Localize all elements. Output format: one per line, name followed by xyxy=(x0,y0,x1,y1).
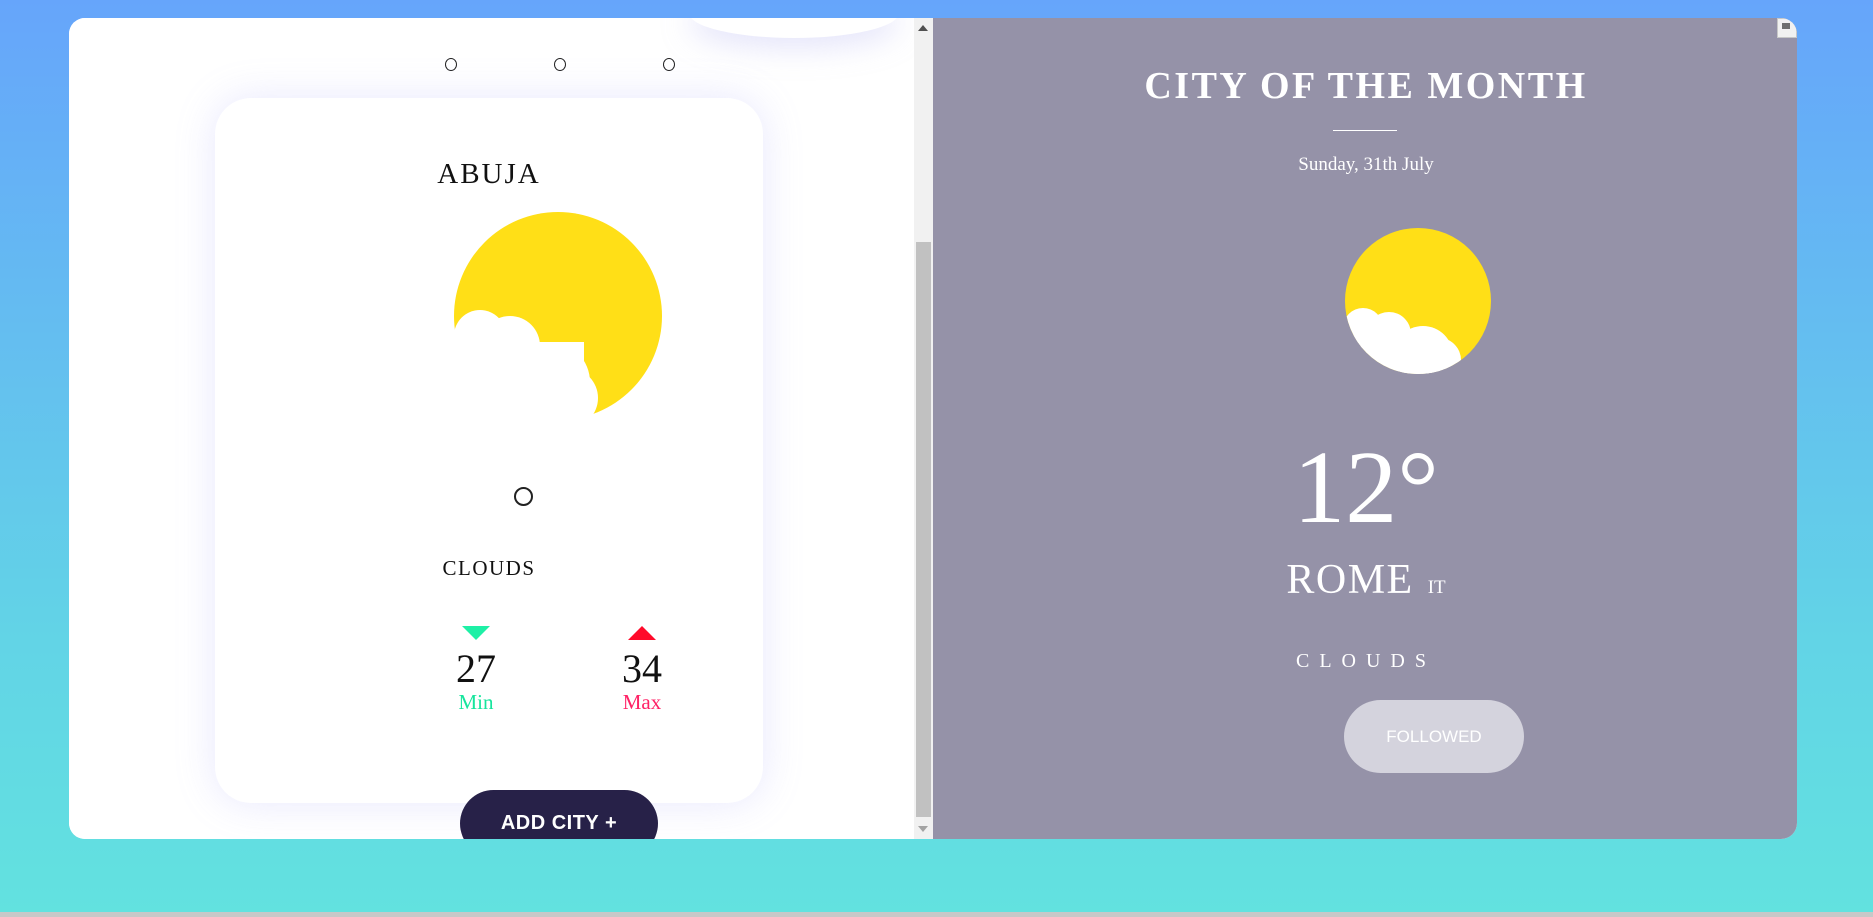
sun-cloud-icon xyxy=(1345,228,1491,374)
pagination-dot-1[interactable] xyxy=(445,58,457,71)
min-temperature-value: 27 xyxy=(456,646,496,691)
panel-city-name: ROME xyxy=(1286,557,1414,603)
horizontal-scrollbar[interactable] xyxy=(0,912,1873,917)
panel-date: Sunday, 31th July xyxy=(1298,154,1434,175)
pagination-dots xyxy=(445,58,675,71)
card-indicator-dot xyxy=(514,487,533,506)
scrollbar-thumb[interactable] xyxy=(916,242,931,817)
card-weather-description: CLOUDS xyxy=(442,556,536,580)
pagination-dot-3[interactable] xyxy=(663,58,675,71)
add-city-button[interactable]: ADD CITY + xyxy=(460,790,658,839)
pagination-dot-2[interactable] xyxy=(554,58,566,71)
arrow-up-icon xyxy=(628,626,656,640)
scrollbar[interactable] xyxy=(914,18,933,839)
followed-button[interactable]: FOLLOWED xyxy=(1344,700,1524,773)
broken-image-icon xyxy=(1777,18,1797,38)
app-window: ABUJA CLOUDS 27 Min 34 Max ADD CITY + CI… xyxy=(69,18,1797,839)
city-weather-card: ABUJA CLOUDS 27 Min 34 Max xyxy=(215,98,763,803)
panel-location: ROME IT xyxy=(933,556,1797,604)
panel-country-code: IT xyxy=(1427,577,1446,598)
max-temperature-value: 34 xyxy=(622,646,662,691)
panel-weather-description: CLOUDS xyxy=(1295,650,1436,672)
scroll-down-arrow-icon[interactable] xyxy=(918,826,928,832)
previous-card-shadow xyxy=(689,18,899,38)
city-of-month-panel: CITY OF THE MONTH Sunday, 31th July 12° … xyxy=(933,18,1797,839)
title-divider xyxy=(1333,130,1397,131)
min-temperature: 27 Min xyxy=(431,626,521,714)
arrow-down-icon xyxy=(462,626,490,640)
panel-temperature: 12° xyxy=(1293,430,1439,545)
city-list-pane: ABUJA CLOUDS 27 Min 34 Max ADD CITY + xyxy=(69,18,914,839)
max-temperature-label: Max xyxy=(622,690,662,714)
panel-title: CITY OF THE MONTH xyxy=(1144,65,1588,107)
max-temperature: 34 Max xyxy=(597,626,687,714)
scroll-up-arrow-icon[interactable] xyxy=(918,25,928,31)
card-city-name: ABUJA xyxy=(437,158,541,190)
min-temperature-label: Min xyxy=(458,690,494,714)
sun-cloud-icon xyxy=(454,212,662,420)
